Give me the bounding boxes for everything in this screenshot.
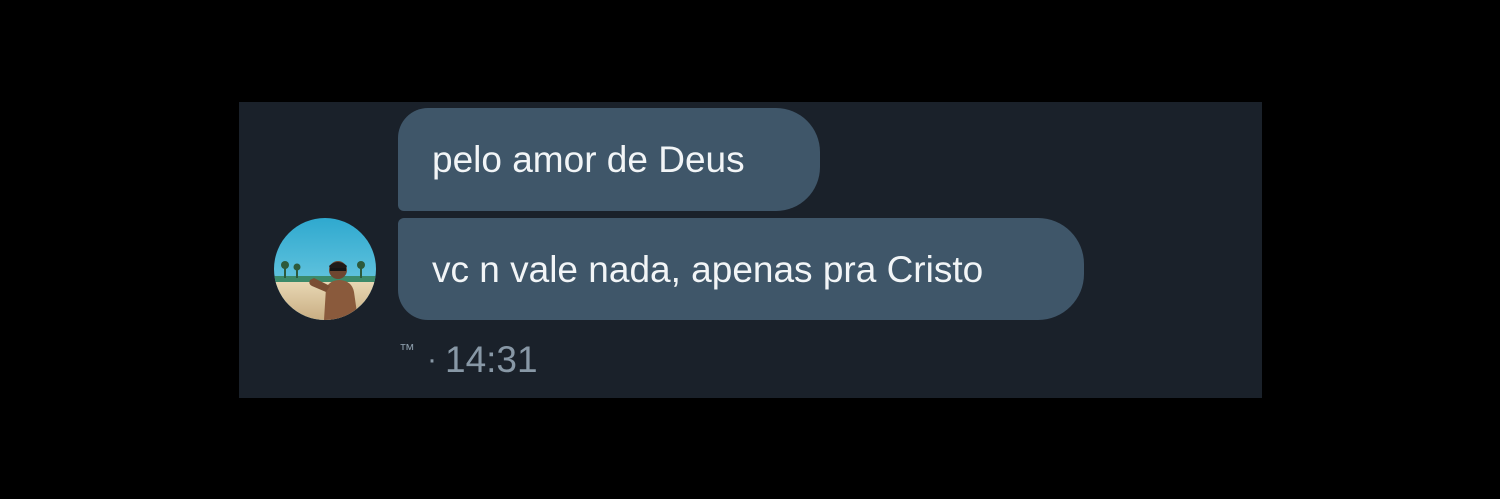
message-text: pelo amor de Deus: [432, 139, 745, 180]
meta-separator: ·: [427, 343, 437, 376]
message-bubble[interactable]: pelo amor de Deus: [398, 108, 820, 211]
avatar-image: [274, 218, 376, 320]
message-timestamp: 14:31: [445, 339, 538, 380]
message-text: vc n vale nada, apenas pra Cristo: [432, 248, 984, 290]
message-meta: ™ · 14:31: [399, 337, 538, 383]
status-glyph: ™: [399, 342, 415, 359]
user-avatar-icon[interactable]: [274, 218, 376, 320]
message-bubble[interactable]: vc n vale nada, apenas pra Cristo: [398, 218, 1084, 320]
